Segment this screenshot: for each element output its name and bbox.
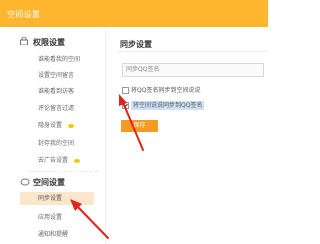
checkbox-sync-qq-to-space[interactable] <box>122 87 129 94</box>
sidebar-item-app-settings[interactable]: 应用设置 <box>38 212 62 221</box>
save-button[interactable]: 保存 <box>121 120 158 132</box>
sidebar-item-label: 去广告设置 <box>38 157 69 164</box>
sidebar-section-permissions-title: 权限设置 <box>33 38 65 47</box>
main-panel: 同步设置 同步QQ签名 将QQ签名同步到空间说说 将空间说说同步到QQ签名 保存 <box>110 27 268 244</box>
sync-settings-title: 同步设置 <box>120 40 152 49</box>
space-icon <box>20 178 30 186</box>
vip-badge-icon <box>68 123 75 128</box>
sidebar-item-invisible-settings[interactable]: 隐身设置 <box>38 120 75 129</box>
sidebar-item-visitor-visibility[interactable]: 谁能看到访客 <box>38 86 74 95</box>
sidebar-item-label: 隐身设置 <box>38 122 63 129</box>
option-label: 将空间说说同步到QQ签名 <box>131 101 205 110</box>
option-label: 将QQ签名同步到空间说说 <box>131 87 201 94</box>
option-sync-space-to-qq[interactable]: 将空间说说同步到QQ签名 <box>122 100 205 110</box>
checkbox-sync-space-to-qq[interactable] <box>122 102 129 109</box>
sidebar-item-notifications[interactable]: 通知和提醒 <box>38 229 68 238</box>
divider <box>28 171 98 172</box>
sidebar-item-message-settings[interactable]: 设置空间留言 <box>38 70 74 79</box>
sidebar-item-who-can-view[interactable]: 谁能看我的空间 <box>38 54 80 63</box>
sidebar-item-sync-settings[interactable]: 同步设置 <box>20 192 94 205</box>
sidebar-section-space-title: 空间设置 <box>33 178 65 187</box>
lock-icon <box>20 37 28 45</box>
option-sync-qq-to-space[interactable]: 将QQ签名同步到空间说说 <box>122 85 200 94</box>
top-bar: 空间设置 <box>0 0 268 27</box>
sidebar: 权限设置 谁能看我的空间 设置空间留言 谁能看到访客 评论留言过滤 隐身设置 封… <box>10 27 106 244</box>
vip-badge-icon <box>74 158 81 163</box>
sidebar-item-remove-ads[interactable]: 去广告设置 <box>38 155 81 164</box>
sidebar-item-comment-filter[interactable]: 评论留言过滤 <box>38 103 74 112</box>
sidebar-item-seal-space[interactable]: 封存我的空间 <box>38 138 74 147</box>
qq-signature-field[interactable]: 同步QQ签名 <box>122 63 264 77</box>
divider <box>118 51 268 52</box>
page-title: 空间设置 <box>7 10 41 19</box>
